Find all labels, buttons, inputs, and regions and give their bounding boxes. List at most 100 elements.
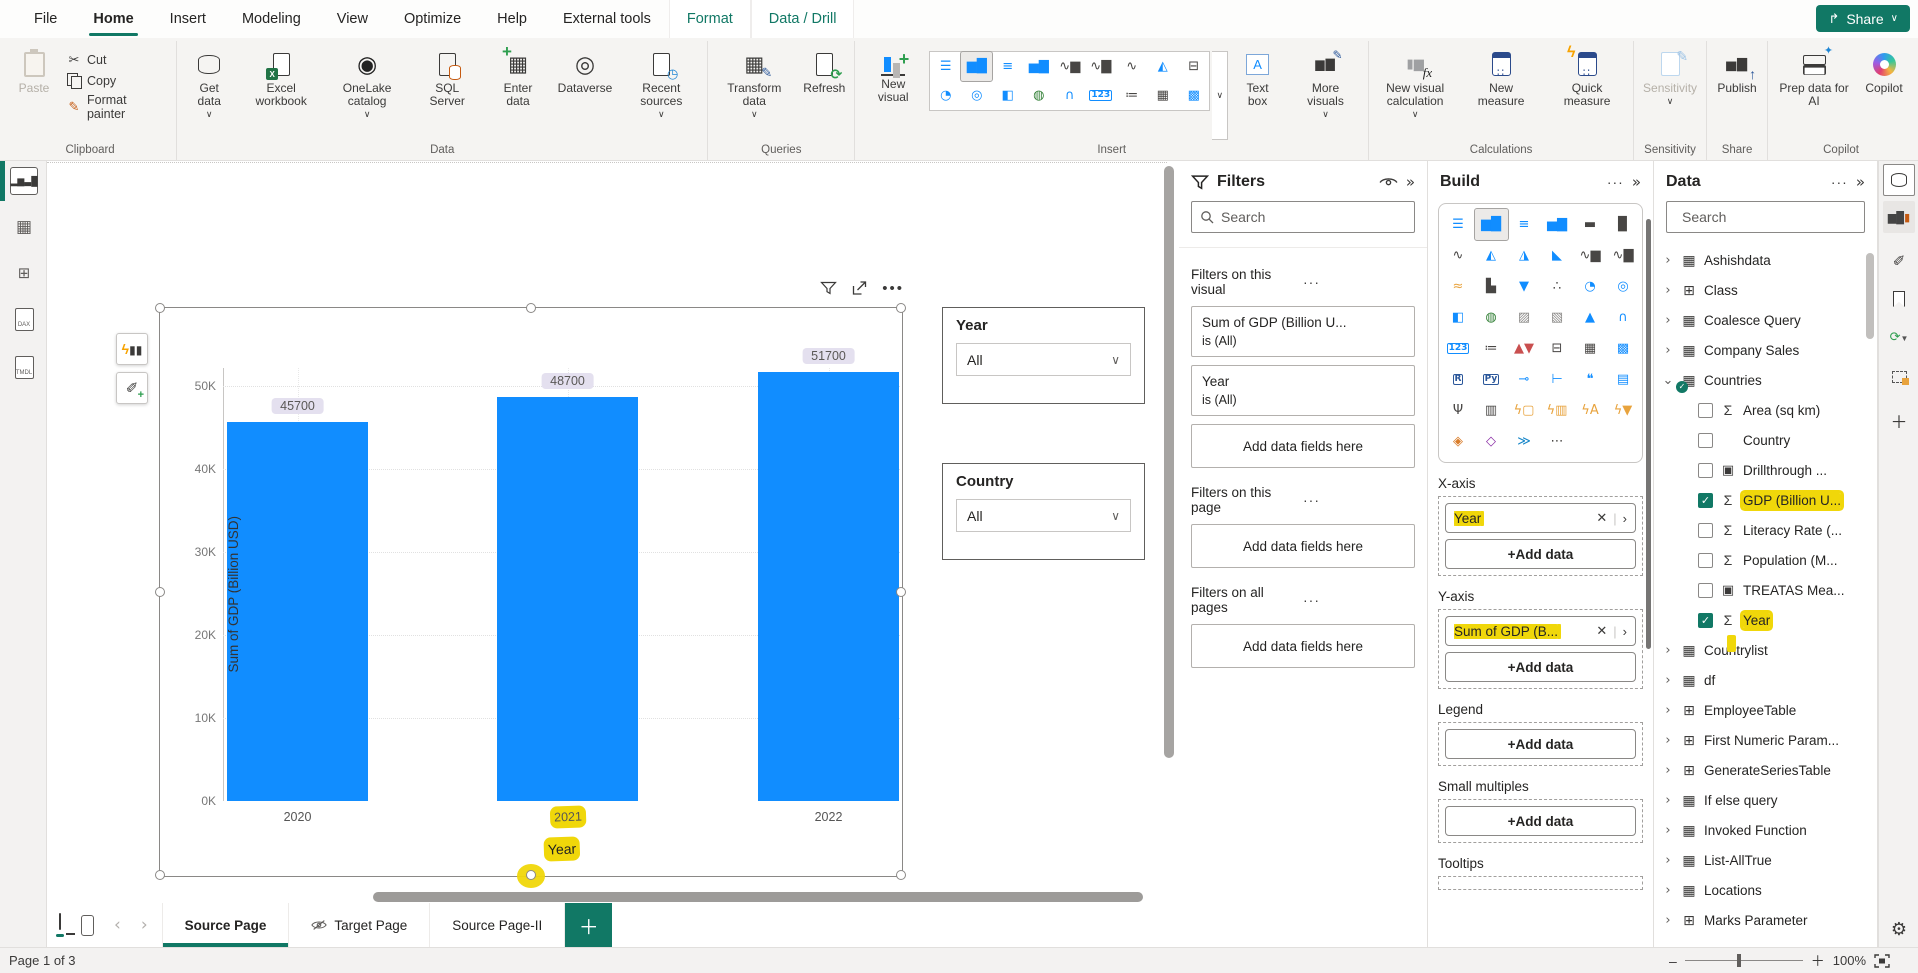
waterfall-chart-icon[interactable]: ▙ [1475, 271, 1508, 302]
prep-data-for-ai-button[interactable]: ✦Prep data for AI [1772, 45, 1856, 111]
filter-card-sum-of-gdp-billion-u[interactable]: Sum of GDP (Billion U...is (All) [1191, 306, 1415, 357]
field-checkbox[interactable]: ✓ [1698, 613, 1713, 628]
area-chart-icon[interactable]: ◭ [1475, 240, 1508, 271]
quick-measure-button[interactable]: ϟQuick measure [1545, 45, 1629, 111]
text-box-button[interactable]: Text box [1230, 45, 1285, 111]
gauge-icon[interactable]: ∩ [1607, 302, 1640, 333]
bookmark-icon[interactable] [1883, 283, 1915, 315]
clustered-column-chart-icon[interactable]: ▅▇ [1541, 209, 1574, 240]
table-icon[interactable]: ▦ [1147, 81, 1178, 110]
field-item-country[interactable]: Country [1654, 425, 1877, 455]
field-checkbox[interactable] [1698, 433, 1713, 448]
build-pane-scrollbar[interactable] [1646, 219, 1651, 649]
card-icon[interactable]: 123 [1442, 333, 1475, 364]
more-options-icon[interactable]: ··· [1303, 592, 1415, 608]
menu-item-external-tools[interactable]: External tools [545, 0, 669, 38]
field-item-locations[interactable]: ›▦Locations [1654, 875, 1877, 905]
add-data-button[interactable]: +Add data [1445, 806, 1636, 836]
field-item-df[interactable]: ›▦df [1654, 665, 1877, 695]
bar-2021[interactable] [497, 397, 638, 801]
scatter-chart-icon[interactable]: ∴ [1541, 271, 1574, 302]
format-pane-icon[interactable]: ✐ [1883, 245, 1915, 277]
chevron-icon[interactable]: › [1662, 253, 1674, 268]
chevron-icon[interactable]: ⌄ [1662, 373, 1674, 388]
new-card-icon[interactable]: ϟ▢ [1508, 395, 1541, 426]
field-checkbox[interactable] [1698, 463, 1713, 478]
power-apps-icon[interactable]: ◇ [1475, 426, 1508, 457]
metrics-goals-icon[interactable]: Ψ [1442, 395, 1475, 426]
pie-chart-icon[interactable]: ◔ [1574, 271, 1607, 302]
copilot-button[interactable]: Copilot [1858, 45, 1910, 98]
funnel-chart-icon[interactable]: ▼ [1508, 271, 1541, 302]
chevron-icon[interactable]: › [1662, 643, 1674, 658]
donut-chart-icon[interactable]: ◎ [1607, 271, 1640, 302]
field-checkbox[interactable] [1698, 553, 1713, 568]
enter-data-button[interactable]: Enter data [485, 45, 550, 111]
resize-handle[interactable] [896, 303, 906, 313]
more-options-icon[interactable]: ··· [1303, 274, 1415, 290]
menu-item-optimize[interactable]: Optimize [386, 0, 479, 38]
sql-server-button[interactable]: SQL Server [411, 45, 483, 111]
q-and-a-icon[interactable]: ❝ [1574, 364, 1607, 395]
chevron-icon[interactable]: › [1662, 283, 1674, 298]
map-icon[interactable]: ◍ [1023, 81, 1054, 110]
canvas-vertical-scrollbar[interactable] [1164, 166, 1174, 758]
expand-field-icon[interactable]: › [1623, 511, 1627, 526]
data-pane-scrollbar[interactable] [1866, 253, 1874, 339]
recent-sources-button[interactable]: Recent sources∨ [619, 45, 703, 121]
fit-to-page-icon[interactable] [1874, 954, 1890, 968]
100-stacked-column-chart-icon[interactable]: ▉ [1607, 209, 1640, 240]
field-item-first-numeric-param[interactable]: ›⊞First Numeric Param... [1654, 725, 1877, 755]
resize-handle[interactable] [526, 870, 536, 880]
chevron-icon[interactable]: › [1662, 673, 1674, 688]
filters-search-input[interactable] [1221, 209, 1406, 225]
paste-button[interactable]: Paste [8, 45, 60, 98]
field-checkbox[interactable] [1698, 523, 1713, 538]
page-tab-target-page[interactable]: Target Page [288, 903, 429, 947]
field-item-employeetable[interactable]: ›⊞EmployeeTable [1654, 695, 1877, 725]
menu-item-home[interactable]: Home [75, 0, 151, 38]
stacked-area-chart-icon[interactable]: ◮ [1508, 240, 1541, 271]
menu-item-insert[interactable]: Insert [152, 0, 224, 38]
slicer-icon[interactable]: ⊟ [1541, 333, 1574, 364]
shape-map-icon[interactable]: ▧ [1541, 302, 1574, 333]
menu-item-modeling[interactable]: Modeling [224, 0, 319, 38]
chevron-icon[interactable]: › [1662, 343, 1674, 358]
line-and-clustered-column-chart-icon[interactable]: ∿▇ [1085, 52, 1116, 81]
chevron-icon[interactable]: › [1662, 913, 1674, 928]
country-slicer[interactable]: Country All ∨ [942, 463, 1145, 560]
chevron-icon[interactable]: › [1662, 763, 1674, 778]
zoom-out-button[interactable]: – [1669, 953, 1677, 969]
line-and-stacked-column-chart-icon[interactable]: ∿▆ [1054, 52, 1085, 81]
ribbon-chart-icon[interactable]: ≈ [1442, 271, 1475, 302]
new-measure-button[interactable]: New measure [1459, 45, 1543, 111]
eye-icon[interactable] [1379, 176, 1398, 188]
field-checkbox[interactable] [1698, 403, 1713, 418]
new-visual-button[interactable]: New visual [859, 45, 927, 107]
chevron-icon[interactable]: › [1662, 703, 1674, 718]
resize-handle[interactable] [896, 587, 906, 597]
map-icon[interactable]: ◍ [1475, 302, 1508, 333]
field-item-marks-parameter[interactable]: ›⊞Marks Parameter [1654, 905, 1877, 935]
field-item-coalesce-query[interactable]: ›▦Coalesce Query [1654, 305, 1877, 335]
paginated-report-icon[interactable]: ▥ [1475, 395, 1508, 426]
zoom-in-button[interactable]: ＋ [1811, 951, 1825, 971]
line-chart-icon[interactable]: ∿ [1116, 52, 1147, 81]
field-item-year[interactable]: ✓ΣYear [1654, 605, 1877, 635]
page-tab-source-page-ii[interactable]: Source Page-II [429, 903, 565, 947]
treemap-icon[interactable]: ◧ [992, 81, 1023, 110]
column-chart-visual[interactable]: 0K10K20K30K40K50K45700202048700202151700… [159, 307, 903, 877]
onelake-catalog-button[interactable]: OneLake catalog∨ [325, 45, 409, 121]
field-item-population-m[interactable]: ΣPopulation (M... [1654, 545, 1877, 575]
chevron-icon[interactable]: › [1662, 793, 1674, 808]
new-slicer-icon[interactable]: ϟ▥ [1541, 395, 1574, 426]
more-options-icon[interactable]: ••• [882, 280, 904, 297]
desktop-layout-icon[interactable] [59, 914, 61, 937]
excel-workbook-button[interactable]: Excel workbook [239, 45, 323, 111]
dataverse-button[interactable]: Dataverse [553, 45, 618, 98]
add-data-fields-target[interactable]: Add data fields here [1191, 524, 1415, 568]
matrix-icon[interactable]: ▩ [1607, 333, 1640, 364]
add-data-fields-target[interactable]: Add data fields here [1191, 424, 1415, 468]
year-slicer-dropdown[interactable]: All ∨ [956, 343, 1131, 376]
new-visual-calculation-button[interactable]: New visual calculation∨ [1373, 45, 1457, 121]
